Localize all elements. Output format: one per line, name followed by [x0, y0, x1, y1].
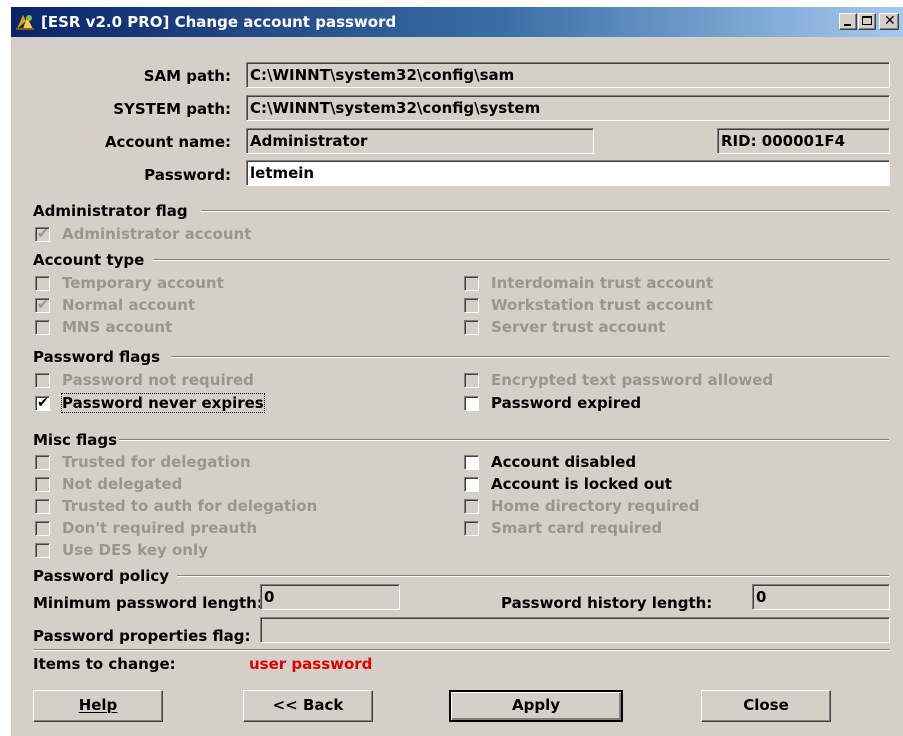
- checkbox-label: Trusted to auth for delegation: [62, 497, 318, 515]
- account-type-title: Account type: [33, 251, 145, 269]
- checkbox-box[interactable]: [464, 396, 479, 411]
- esr-app-icon: [16, 15, 34, 30]
- maximize-button[interactable]: [858, 13, 876, 30]
- close-button-label: Close: [743, 696, 789, 714]
- password-policy-title: Password policy: [33, 567, 170, 585]
- checkbox-box[interactable]: ✔: [35, 395, 50, 411]
- checkbox-box: [464, 373, 479, 388]
- checkbox-label: Administrator account: [62, 225, 252, 243]
- checkbox-label: Server trust account: [491, 318, 666, 336]
- checkbox-label: Normal account: [62, 296, 196, 314]
- misc-flags-divider: [119, 439, 889, 441]
- help-button-label: Help: [78, 696, 118, 714]
- items-to-change-label: Items to change:: [33, 655, 176, 673]
- password-policy-divider: [177, 575, 889, 577]
- checkbox-box: [464, 276, 479, 291]
- close-button[interactable]: Close: [701, 690, 831, 722]
- back-button[interactable]: << Back: [243, 690, 373, 722]
- sam-path-field[interactable]: C:\WINNT\system32\config\sam: [246, 62, 890, 88]
- checkbox-box: [35, 373, 50, 388]
- min-password-length-label: Minimum password length:: [33, 594, 263, 612]
- checkbox-box: [35, 276, 50, 291]
- checkbox-label: Home directory required: [491, 497, 700, 515]
- checkbox-label: Password not required: [62, 371, 254, 389]
- checkbox-box: [464, 320, 479, 335]
- password-field[interactable]: letmein: [246, 160, 890, 186]
- checkbox-box: [35, 499, 50, 514]
- change-password-window: [ESR v2.0 PRO] Change account password ✕…: [10, 6, 903, 736]
- checkbox-label: Don't required preauth: [62, 519, 258, 537]
- apply-button-label: Apply: [511, 696, 560, 714]
- checkbox-label: MNS account: [62, 318, 173, 336]
- sam-path-label: SAM path:: [143, 67, 231, 85]
- checkmark-icon: ✔: [37, 226, 49, 242]
- items-to-change-value: user password: [249, 655, 373, 673]
- status-divider: [33, 649, 889, 651]
- password-properties-flag-field[interactable]: [260, 617, 890, 643]
- checkbox-label: Trusted for delegation: [62, 453, 251, 471]
- account-name-label: Account name:: [104, 133, 231, 151]
- maximize-icon: [862, 16, 872, 25]
- checkbox-label: Temporary account: [62, 274, 224, 292]
- password-flags-title: Password flags: [33, 348, 160, 366]
- admin-flag-title: Administrator flag: [33, 202, 188, 220]
- system-path-label: SYSTEM path:: [113, 100, 231, 118]
- checkbox-label: Encrypted text password allowed: [491, 371, 774, 389]
- password-flags-divider: [171, 356, 889, 358]
- rid-field: RID: 000001F4: [717, 128, 890, 154]
- checkmark-icon: ✔: [37, 395, 49, 411]
- password-properties-flag-label: Password properties flag:: [33, 627, 251, 645]
- minimize-button[interactable]: [839, 13, 857, 30]
- checkbox-box[interactable]: [464, 477, 479, 492]
- checkbox-box: [35, 477, 50, 492]
- title-bar[interactable]: [ESR v2.0 PRO] Change account password ✕: [11, 7, 903, 37]
- checkbox-box: ✔: [35, 297, 50, 313]
- checkbox-label: Not delegated: [62, 475, 183, 493]
- account-type-divider: [153, 259, 889, 261]
- checkbox-label: Use DES key only: [62, 541, 208, 559]
- checkbox-label: Account is locked out: [491, 475, 672, 493]
- misc-flags-title: Misc flags: [33, 431, 118, 449]
- checkbox-label: Interdomain trust account: [491, 274, 714, 292]
- checkbox-box: [464, 499, 479, 514]
- apply-button[interactable]: Apply: [449, 690, 623, 722]
- minimize-icon: [844, 24, 851, 26]
- system-path-field[interactable]: C:\WINNT\system32\config\system: [246, 95, 890, 121]
- checkbox-box: [35, 455, 50, 470]
- password-label: Password:: [144, 166, 231, 184]
- checkmark-icon: ✔: [37, 297, 49, 313]
- close-icon: ✕: [884, 13, 896, 29]
- checkbox-label: Password expired: [491, 394, 642, 412]
- checkbox-box: [35, 543, 50, 558]
- help-button[interactable]: Help: [33, 690, 163, 722]
- close-window-button[interactable]: ✕: [879, 13, 899, 30]
- checkbox-box[interactable]: [464, 455, 479, 470]
- account-name-field[interactable]: Administrator: [246, 128, 594, 154]
- checkbox-label: Workstation trust account: [491, 296, 713, 314]
- password-history-length-field[interactable]: 0: [752, 584, 890, 610]
- checkbox-box: [35, 521, 50, 536]
- admin-flag-divider: [201, 210, 889, 212]
- checkbox-box: [464, 521, 479, 536]
- window-title: [ESR v2.0 PRO] Change account password: [41, 13, 397, 31]
- checkbox-box: [464, 298, 479, 313]
- min-password-length-field[interactable]: 0: [260, 584, 400, 610]
- checkbox-box: [35, 320, 50, 335]
- checkbox-label: Smart card required: [491, 519, 663, 537]
- checkbox-box: ✔: [35, 226, 50, 242]
- back-button-label: << Back: [272, 696, 344, 714]
- checkbox-label: Account disabled: [491, 453, 637, 471]
- checkbox-label: Password never expires: [61, 393, 265, 413]
- password-history-length-label: Password history length:: [501, 594, 713, 612]
